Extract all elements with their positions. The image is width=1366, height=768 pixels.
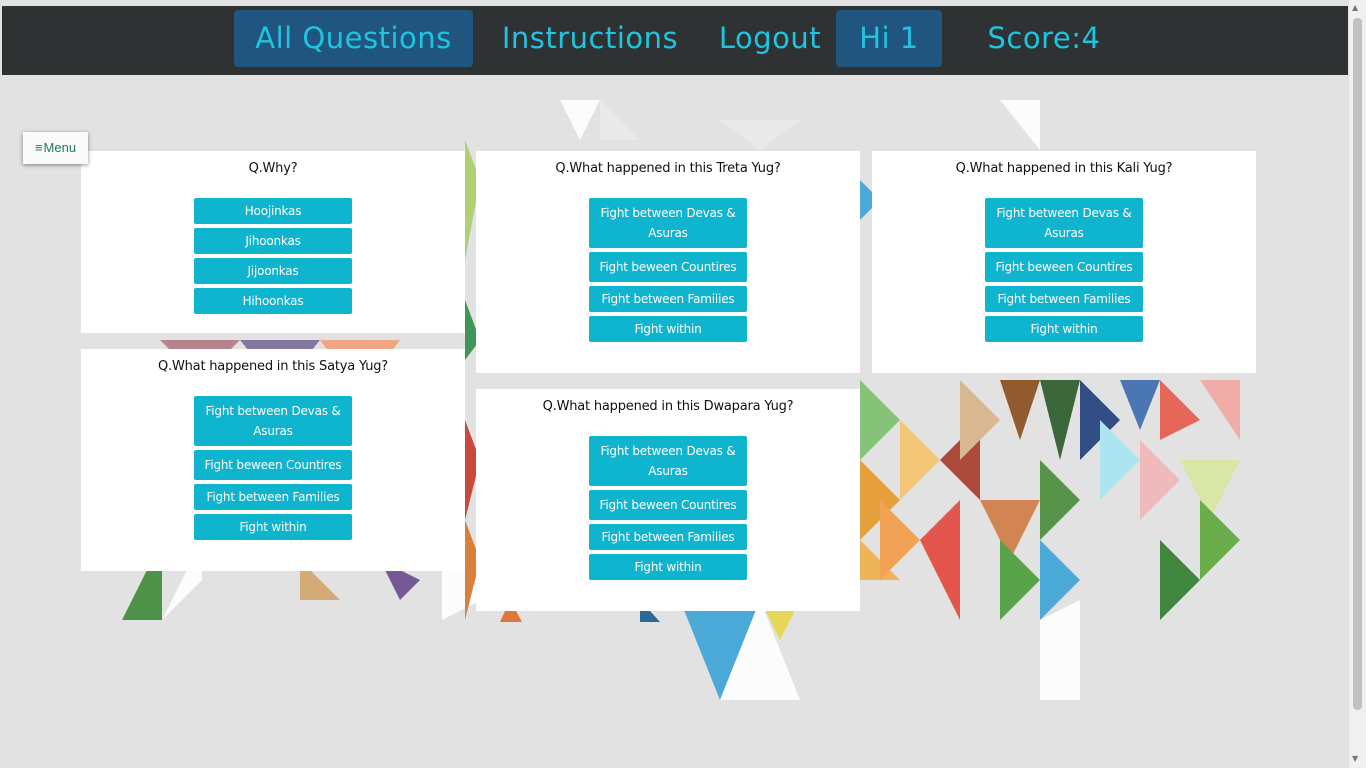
scrollbar-thumb[interactable] [1353, 18, 1362, 710]
question-title: Q.What happened in this Kali Yug? [955, 161, 1173, 176]
answer-option[interactable]: Fight between Devas & Asuras [985, 198, 1143, 248]
question-title: Q.What happened in this Satya Yug? [158, 359, 388, 374]
question-title: Q.Why? [248, 161, 298, 176]
answer-option[interactable]: Fight between Devas & Asuras [194, 396, 352, 446]
answer-option[interactable]: Fight between Families [589, 286, 747, 312]
nav-logout[interactable]: Logout [707, 10, 833, 67]
answer-option[interactable]: Fight within [589, 316, 747, 342]
answer-option[interactable]: Fight beween Countires [589, 252, 747, 282]
answer-option[interactable]: Fight beween Countires [589, 490, 747, 520]
question-title: Q.What happened in this Treta Yug? [555, 161, 781, 176]
hamburger-icon: ≡ [34, 140, 43, 155]
vertical-scrollbar[interactable]: ▲ ▼ [1349, 0, 1366, 768]
question-card: Q.What happened in this Kali Yug? Fight … [872, 151, 1256, 373]
scroll-down-icon[interactable]: ▼ [1352, 754, 1358, 763]
menu-button[interactable]: ≡Menu [23, 132, 88, 164]
answer-option[interactable]: Hoojinkas [194, 198, 352, 224]
nav-greeting[interactable]: Hi 1 [836, 10, 942, 67]
nav-all-questions[interactable]: All Questions [234, 10, 473, 67]
answer-option[interactable]: Fight between Families [194, 484, 352, 510]
answer-option[interactable]: Fight within [194, 514, 352, 540]
answer-option[interactable]: Hihoonkas [194, 288, 352, 314]
menu-label: Menu [43, 140, 77, 155]
answer-option[interactable]: Fight beween Countires [985, 252, 1143, 282]
answer-option[interactable]: Fight between Families [985, 286, 1143, 312]
answer-option[interactable]: Fight beween Countires [194, 450, 352, 480]
answer-option[interactable]: Fight within [985, 316, 1143, 342]
scroll-up-icon[interactable]: ▲ [1352, 3, 1358, 12]
answer-option[interactable]: Fight within [589, 554, 747, 580]
score-display: Score:4 [987, 21, 1101, 55]
question-title: Q.What happened in this Dwapara Yug? [542, 399, 794, 414]
question-card: Q.Why? Hoojinkas Jihoonkas Jijoonkas Hih… [81, 151, 465, 333]
question-card: Q.What happened in this Treta Yug? Fight… [476, 151, 860, 373]
answer-option[interactable]: Jihoonkas [194, 228, 352, 254]
answer-option[interactable]: Fight between Families [589, 524, 747, 550]
top-navbar: All Questions Instructions Logout Hi 1 S… [2, 6, 1348, 75]
answer-option[interactable]: Fight between Devas & Asuras [589, 436, 747, 486]
nav-instructions[interactable]: Instructions [494, 10, 686, 67]
question-card: Q.What happened in this Satya Yug? Fight… [81, 349, 465, 571]
answer-option[interactable]: Fight between Devas & Asuras [589, 198, 747, 248]
question-card: Q.What happened in this Dwapara Yug? Fig… [476, 389, 860, 611]
answer-option[interactable]: Jijoonkas [194, 258, 352, 284]
